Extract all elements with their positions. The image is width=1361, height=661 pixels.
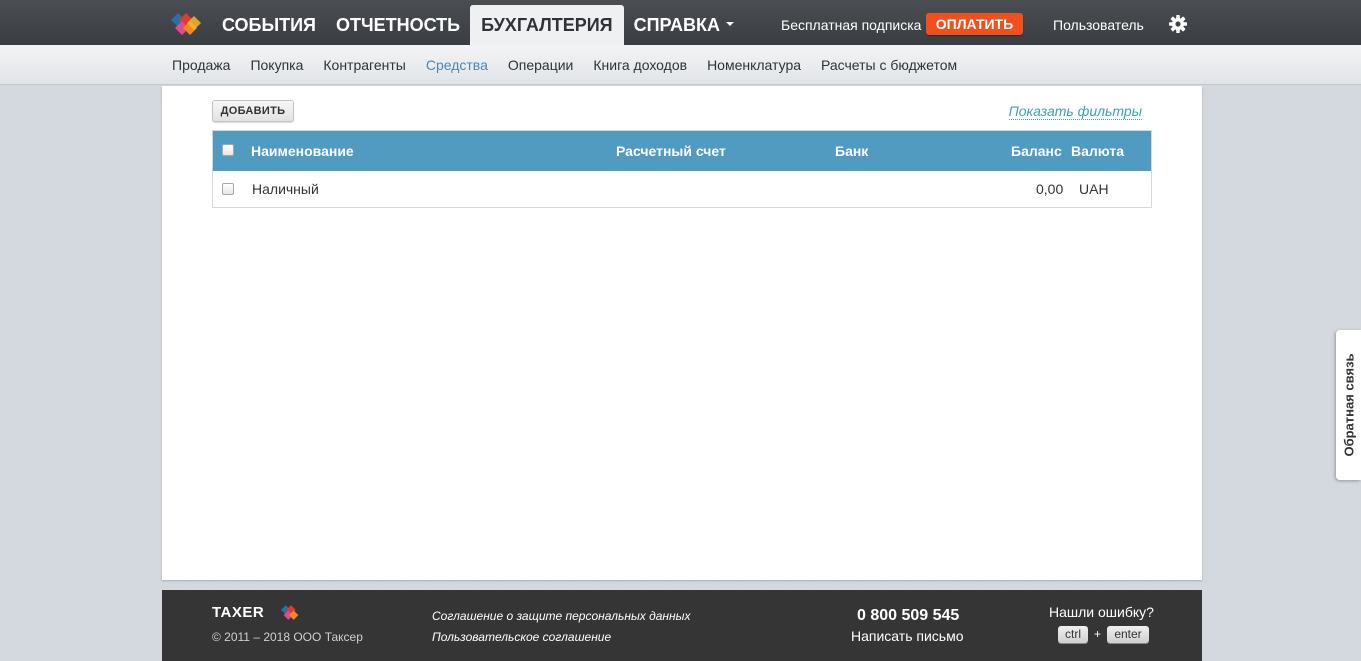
gear-icon[interactable] [1168, 14, 1188, 34]
sub-nav: Продажа Покупка Контрагенты Средства Опе… [0, 45, 1361, 85]
subnav-item-operations[interactable]: Операции [508, 57, 574, 73]
select-all-checkbox[interactable] [222, 144, 234, 156]
nav-item-reporting[interactable]: ОТЧЕТНОСТЬ [326, 5, 470, 45]
footer: TAXER © 2011 – 2018 ООО Таксер Соглашени… [162, 590, 1202, 661]
footer-copyright: © 2011 – 2018 ООО Таксер [212, 630, 363, 644]
column-header-bank[interactable]: Банк [835, 131, 868, 171]
main-nav: СОБЫТИЯ ОТЧЕТНОСТЬ БУХГАЛТЕРИЯ СПРАВКА [212, 5, 744, 45]
feedback-label: Обратная связь [1341, 353, 1356, 457]
row-name[interactable]: Наличный [252, 171, 319, 207]
top-bar: СОБЫТИЯ ОТЧЕТНОСТЬ БУХГАЛТЕРИЯ СПРАВКА Б… [0, 0, 1361, 45]
subnav-item-purchases[interactable]: Покупка [250, 57, 303, 73]
row-checkbox[interactable] [222, 183, 234, 195]
user-menu-link[interactable]: Пользователь [1053, 17, 1144, 33]
subnav-item-sales[interactable]: Продажа [172, 57, 230, 73]
column-header-currency[interactable]: Валюта [1071, 131, 1124, 171]
nav-item-accounting[interactable]: БУХГАЛТЕРИЯ [470, 5, 624, 45]
privacy-agreement-link[interactable]: Соглашение о защите персональных данных [432, 609, 690, 623]
nav-item-events[interactable]: СОБЫТИЯ [212, 5, 326, 45]
subnav-item-budget-settlements[interactable]: Расчеты с бюджетом [821, 57, 957, 73]
table-row[interactable]: Наличный 0,00 UAH [213, 171, 1151, 207]
subnav-item-counterparties[interactable]: Контрагенты [323, 57, 405, 73]
ctrl-key: ctrl [1058, 626, 1088, 643]
main-content: ДОБАВИТЬ Показать фильтры Наименование Р… [162, 86, 1202, 580]
table-header: Наименование Расчетный счет Банк Баланс … [213, 131, 1151, 171]
column-header-name[interactable]: Наименование [251, 131, 354, 171]
row-balance: 0,00 [1036, 181, 1064, 197]
free-subscription-link[interactable]: Бесплатная подписка [781, 17, 921, 33]
footer-phone[interactable]: 0 800 509 545 [857, 607, 959, 625]
column-header-account[interactable]: Расчетный счет [616, 131, 726, 171]
funds-table: Наименование Расчетный счет Банк Баланс … [212, 130, 1152, 208]
caret-down-icon [725, 22, 734, 27]
add-button[interactable]: ДОБАВИТЬ [212, 100, 294, 122]
user-agreement-link[interactable]: Пользовательское соглашение [432, 630, 611, 644]
plus-sign: + [1094, 627, 1102, 641]
footer-brand: TAXER [212, 604, 265, 621]
subnav-item-nomenclature[interactable]: Номенклатура [707, 57, 801, 73]
nav-item-help[interactable]: СПРАВКА [624, 5, 744, 45]
feedback-tab[interactable]: Обратная связь [1336, 330, 1361, 480]
subnav-item-funds[interactable]: Средства [426, 57, 488, 73]
taxer-logo-icon[interactable] [171, 13, 201, 35]
show-filters-link[interactable]: Показать фильтры [1008, 103, 1142, 120]
taxer-logo-icon [281, 605, 299, 620]
row-currency: UAH [1079, 181, 1109, 197]
write-letter-link[interactable]: Написать письмо [851, 628, 963, 644]
enter-key: enter [1107, 626, 1149, 643]
subnav-item-income-book[interactable]: Книга доходов [593, 57, 687, 73]
pay-button[interactable]: ОПЛАТИТЬ [926, 13, 1023, 35]
column-header-balance[interactable]: Баланс [1011, 131, 1062, 171]
found-bug-title: Нашли ошибку? [1049, 604, 1154, 620]
